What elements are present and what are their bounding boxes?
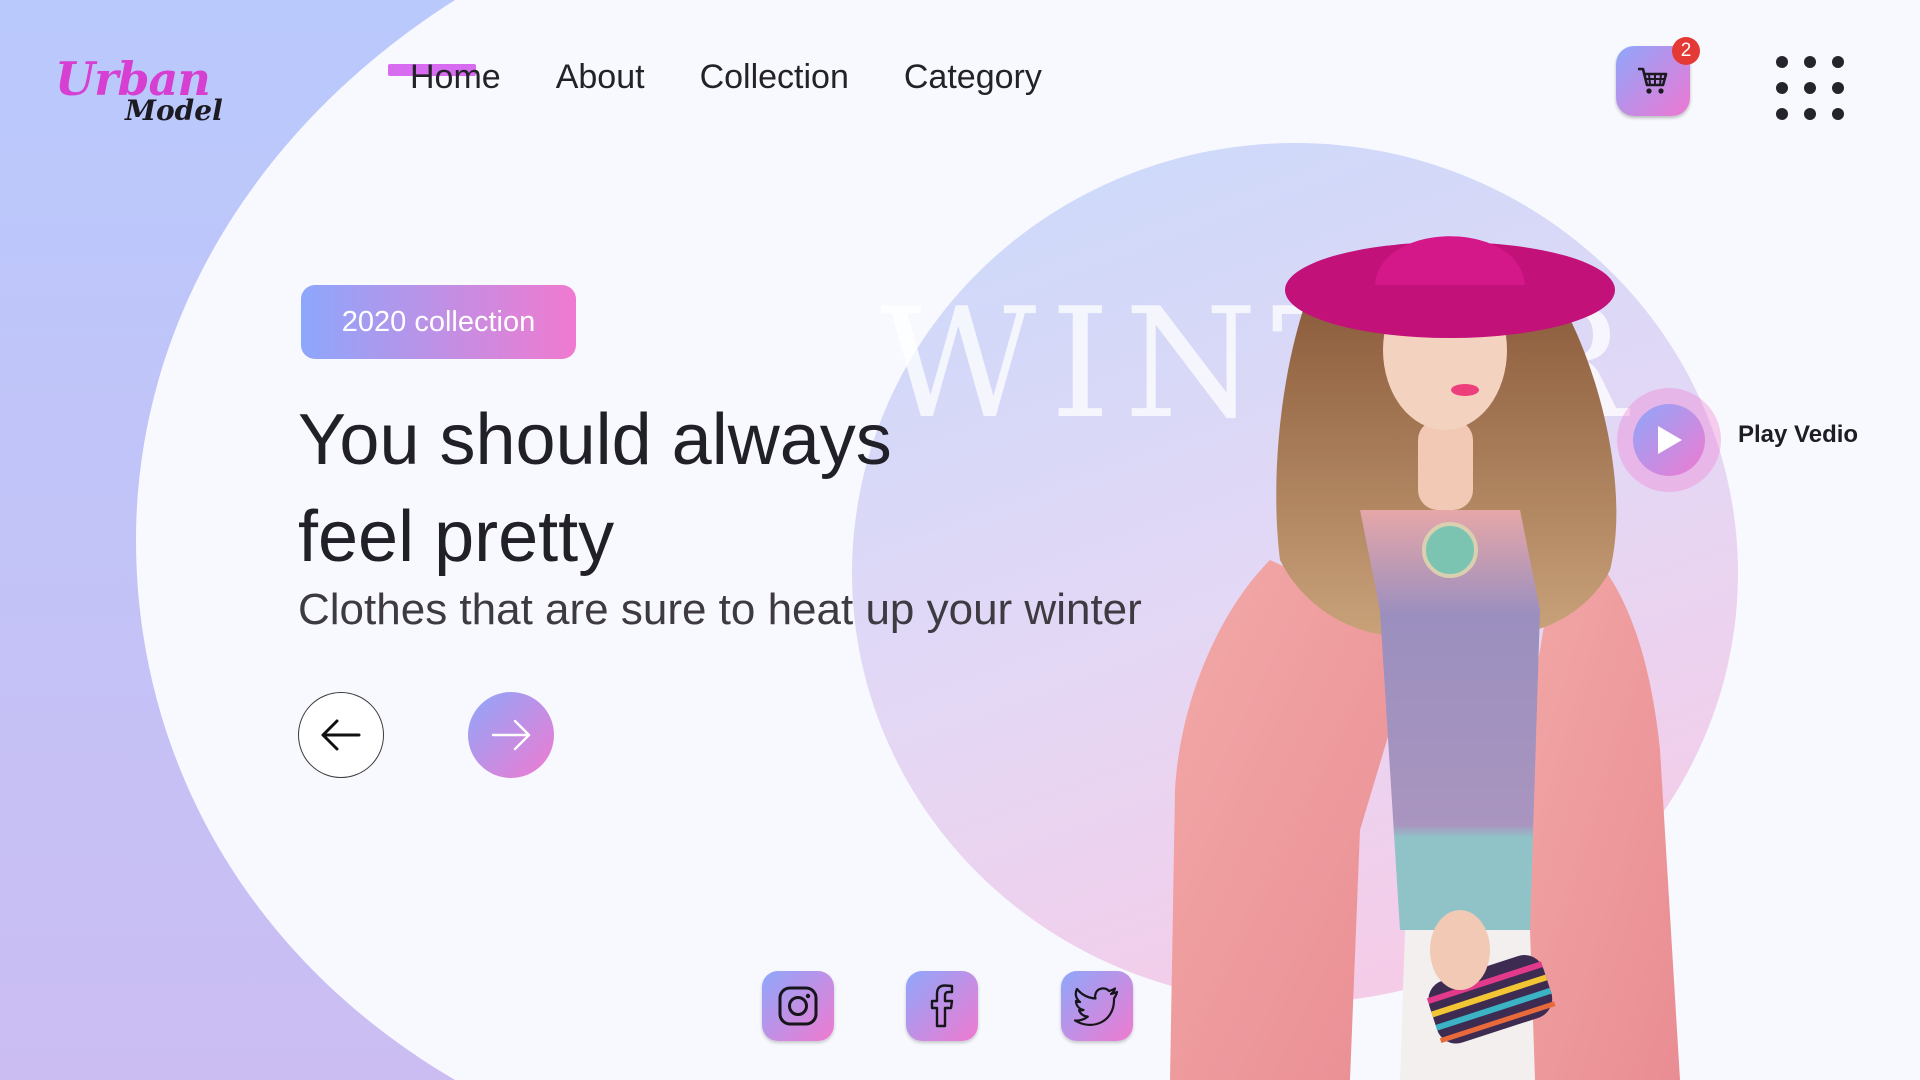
model-photo [1170,236,1680,1080]
hero-headline: You should always feel pretty [298,392,1058,586]
logo-model-text: Model [125,94,223,127]
nav-collection[interactable]: Collection [700,58,849,97]
instagram-button[interactable] [762,971,834,1041]
nav-home[interactable]: Home [410,58,501,97]
next-button[interactable] [468,692,554,778]
twitter-icon [1074,987,1119,1026]
play-icon [1658,426,1682,454]
cart-icon [1638,67,1668,94]
main-nav: Home About Collection Category [410,58,1042,97]
cart-count-badge: 2 [1672,37,1700,65]
facebook-icon [930,984,954,1028]
facebook-button[interactable] [906,971,978,1041]
previous-button[interactable] [298,692,384,778]
hero-subheadline: Clothes that are sure to heat up your wi… [298,585,1142,634]
arrow-left-icon [321,719,361,751]
collection-tag[interactable]: 2020 collection [301,285,576,359]
play-video-label[interactable]: Play Vedio [1738,421,1858,449]
headline-line-2: feel pretty [298,497,615,577]
logo[interactable]: Urban Model [55,52,235,132]
twitter-button[interactable] [1061,971,1133,1041]
arrow-right-icon [491,719,531,751]
headline-line-1: You should always [298,400,892,480]
instagram-icon [778,986,818,1026]
nav-about[interactable]: About [556,58,645,97]
play-icon-circle [1633,404,1705,476]
play-video-button[interactable] [1617,388,1721,492]
grid-menu-icon[interactable] [1776,56,1848,120]
nav-category[interactable]: Category [904,58,1042,97]
